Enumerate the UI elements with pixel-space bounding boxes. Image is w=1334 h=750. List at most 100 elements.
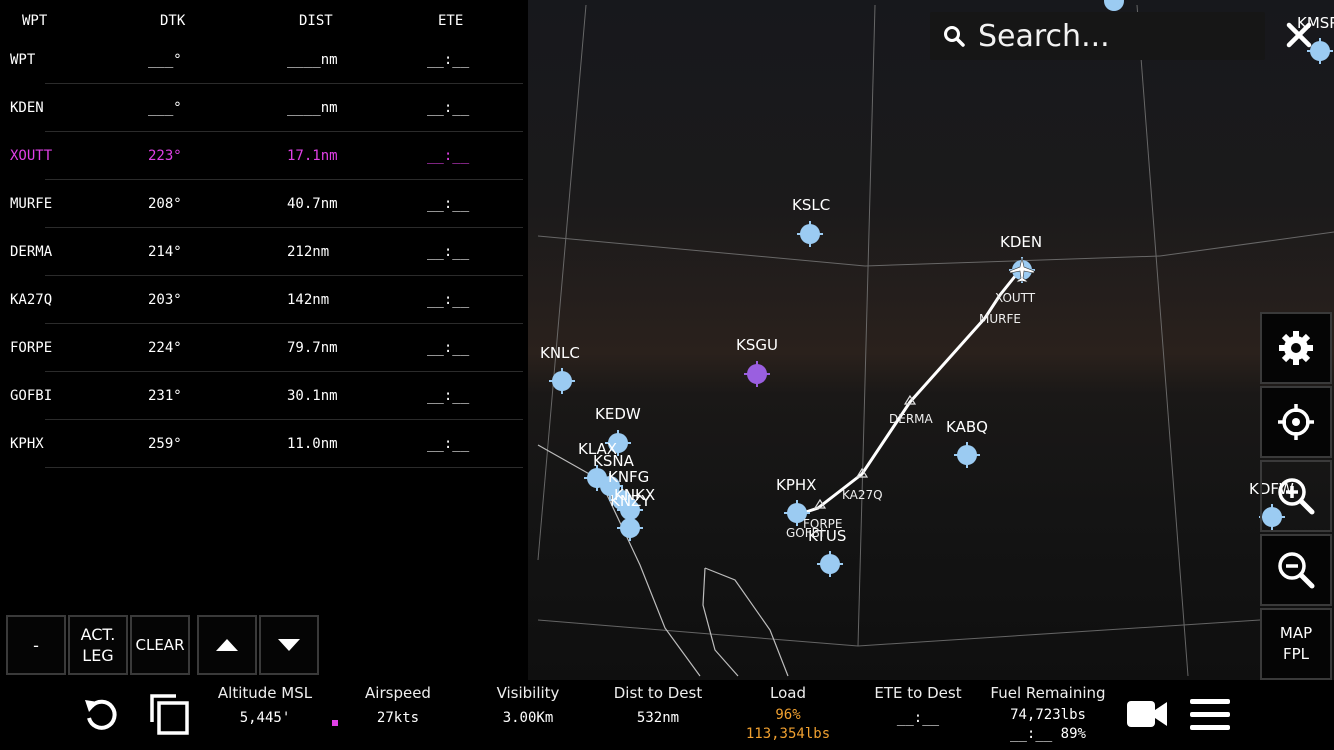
- row-divider: [45, 131, 523, 132]
- cell-wpt: KA27Q: [10, 292, 53, 308]
- visibility-stat: Visibility 3.00Km: [488, 684, 568, 726]
- flight-plan-row[interactable]: KDEN ___° ____nm __:__: [0, 100, 528, 148]
- move-up-button[interactable]: [197, 615, 257, 675]
- row-divider: [45, 179, 523, 180]
- search-box[interactable]: Search...: [930, 12, 1265, 60]
- cell-dtk: 208°: [148, 196, 182, 212]
- camera-icon[interactable]: [1126, 698, 1168, 730]
- move-down-button[interactable]: [259, 615, 319, 675]
- cell-ete: __:__: [427, 148, 470, 164]
- flight-plan-panel: WPT DTK DIST ETE WPT ___° ____nm __:__ KDEN _…: [0, 0, 528, 680]
- flight-plan-row[interactable]: WPT ___° ____nm __:__: [0, 52, 528, 100]
- cell-ete: __:__: [427, 292, 470, 308]
- cell-dtk: 231°: [148, 388, 182, 404]
- row-divider: [45, 83, 523, 84]
- visibility-label: Visibility: [496, 684, 560, 702]
- cell-dist: 30.1nm: [287, 388, 338, 404]
- cell-wpt: XOUTT: [10, 148, 53, 164]
- row-divider: [45, 467, 523, 468]
- zoom-in-icon: [1278, 478, 1315, 515]
- fuel-time-percent: __:__ 89%: [990, 725, 1106, 744]
- cell-dist: ____nm: [287, 52, 338, 68]
- altitude-stat: Altitude MSL 5,445': [215, 684, 315, 726]
- cell-ete: __:__: [427, 436, 470, 452]
- copy-icon[interactable]: [148, 692, 190, 736]
- airport-marker-ktus[interactable]: [817, 551, 843, 577]
- center-on-aircraft-button[interactable]: [1260, 386, 1332, 458]
- status-bar: Altitude MSL 5,445' Airspeed 27kts Visib…: [0, 680, 1334, 750]
- cell-dtk: 203°: [148, 292, 182, 308]
- minus-button[interactable]: -: [6, 615, 66, 675]
- cell-ete: __:__: [427, 196, 470, 212]
- aircraft-icon: [1009, 257, 1035, 283]
- airspeed-stat: Airspeed 27kts: [358, 684, 438, 726]
- row-divider: [45, 275, 523, 276]
- flight-plan-row[interactable]: MURFE 208° 40.7nm __:__: [0, 196, 528, 244]
- map-fpl-toggle-button[interactable]: MAP FPL: [1260, 608, 1332, 680]
- waypoint-label-derma: DERMA: [889, 412, 933, 426]
- arrow-down-icon: [278, 639, 300, 651]
- act-leg-button[interactable]: ACT. LEG: [68, 615, 128, 675]
- row-divider: [45, 227, 523, 228]
- flight-plan-row[interactable]: DERMA 214° 212nm __:__: [0, 244, 528, 292]
- load-percent: 96%: [775, 707, 801, 723]
- clear-button[interactable]: CLEAR: [130, 615, 190, 675]
- fuel-label: Fuel Remaining: [990, 684, 1106, 702]
- fuel-time: __:__: [1010, 726, 1053, 742]
- airspeed-marker: [332, 720, 338, 726]
- cell-dist: ____nm: [287, 100, 338, 116]
- cell-dist: 11.0nm: [287, 436, 338, 452]
- waypoint-label-ka27q: KA27Q: [842, 488, 883, 502]
- cell-dist: 142nm: [287, 292, 330, 308]
- airport-label-knfg: KNFG: [608, 468, 650, 486]
- settings-button[interactable]: [1260, 312, 1332, 384]
- zoom-in-button[interactable]: [1260, 460, 1332, 532]
- undo-icon[interactable]: [82, 696, 120, 734]
- arrow-up-icon: [216, 639, 238, 651]
- cell-ete: __:__: [427, 52, 470, 68]
- cell-dist: 212nm: [287, 244, 330, 260]
- airport-marker-knlc[interactable]: [549, 368, 575, 394]
- airport-marker-kabq[interactable]: [954, 442, 980, 468]
- menu-icon[interactable]: [1190, 698, 1230, 732]
- search-icon: [944, 26, 965, 47]
- load-stat: Load 96% 113,354lbs: [738, 684, 838, 744]
- cell-ete: __:__: [427, 100, 470, 116]
- cell-dtk: ___°: [148, 100, 182, 116]
- flight-plan-row[interactable]: GOFBI 231° 30.1nm __:__: [0, 388, 528, 436]
- crosshair-icon: [1278, 404, 1314, 440]
- flight-plan-row[interactable]: KPHX 259° 11.0nm __:__: [0, 436, 528, 484]
- column-header-wpt: WPT: [22, 13, 48, 29]
- cell-wpt: MURFE: [10, 196, 53, 212]
- cell-wpt: GOFBI: [10, 388, 53, 404]
- cell-dist: 79.7nm: [287, 340, 338, 356]
- search-input[interactable]: Search...: [978, 19, 1110, 54]
- airport-label-kden: KDEN: [1000, 233, 1043, 251]
- airport-label-knlc: KNLC: [540, 344, 580, 362]
- cell-dtk: ___°: [148, 52, 182, 68]
- airport-label-kedw: KEDW: [595, 405, 641, 423]
- cell-ete: __:__: [427, 244, 470, 260]
- airport-marker-kslc[interactable]: [797, 221, 823, 247]
- flight-plan-row[interactable]: KA27Q 203° 142nm __:__: [0, 292, 528, 340]
- cell-dtk: 224°: [148, 340, 182, 356]
- cell-dtk: 223°: [148, 148, 182, 164]
- ete-to-dest-label: ETE to Dest: [874, 684, 962, 702]
- fuel-stat: Fuel Remaining 74,723lbs __:__ 89%: [990, 684, 1106, 744]
- airspeed-value: 27kts: [376, 710, 420, 726]
- cell-wpt: DERMA: [10, 244, 53, 260]
- row-divider: [45, 323, 523, 324]
- altitude-value: 5,445': [239, 710, 291, 726]
- close-icon[interactable]: [1286, 22, 1312, 48]
- airport-marker-ksgu[interactable]: [744, 361, 770, 387]
- airport-marker-knzy[interactable]: [617, 515, 643, 541]
- altitude-label: Altitude MSL: [217, 684, 313, 702]
- flight-plan-row[interactable]: XOUTT 223° 17.1nm __:__: [0, 148, 528, 196]
- zoom-out-button[interactable]: [1260, 534, 1332, 606]
- gear-icon: [1279, 331, 1313, 365]
- airport-label-kslc: KSLC: [792, 196, 831, 214]
- airport-label-ksgu: KSGU: [736, 336, 778, 354]
- waypoint-label-gofbi: GOFBI: [786, 526, 824, 540]
- flight-plan-row[interactable]: FORPE 224° 79.7nm __:__: [0, 340, 528, 388]
- airspeed-label: Airspeed: [365, 684, 431, 702]
